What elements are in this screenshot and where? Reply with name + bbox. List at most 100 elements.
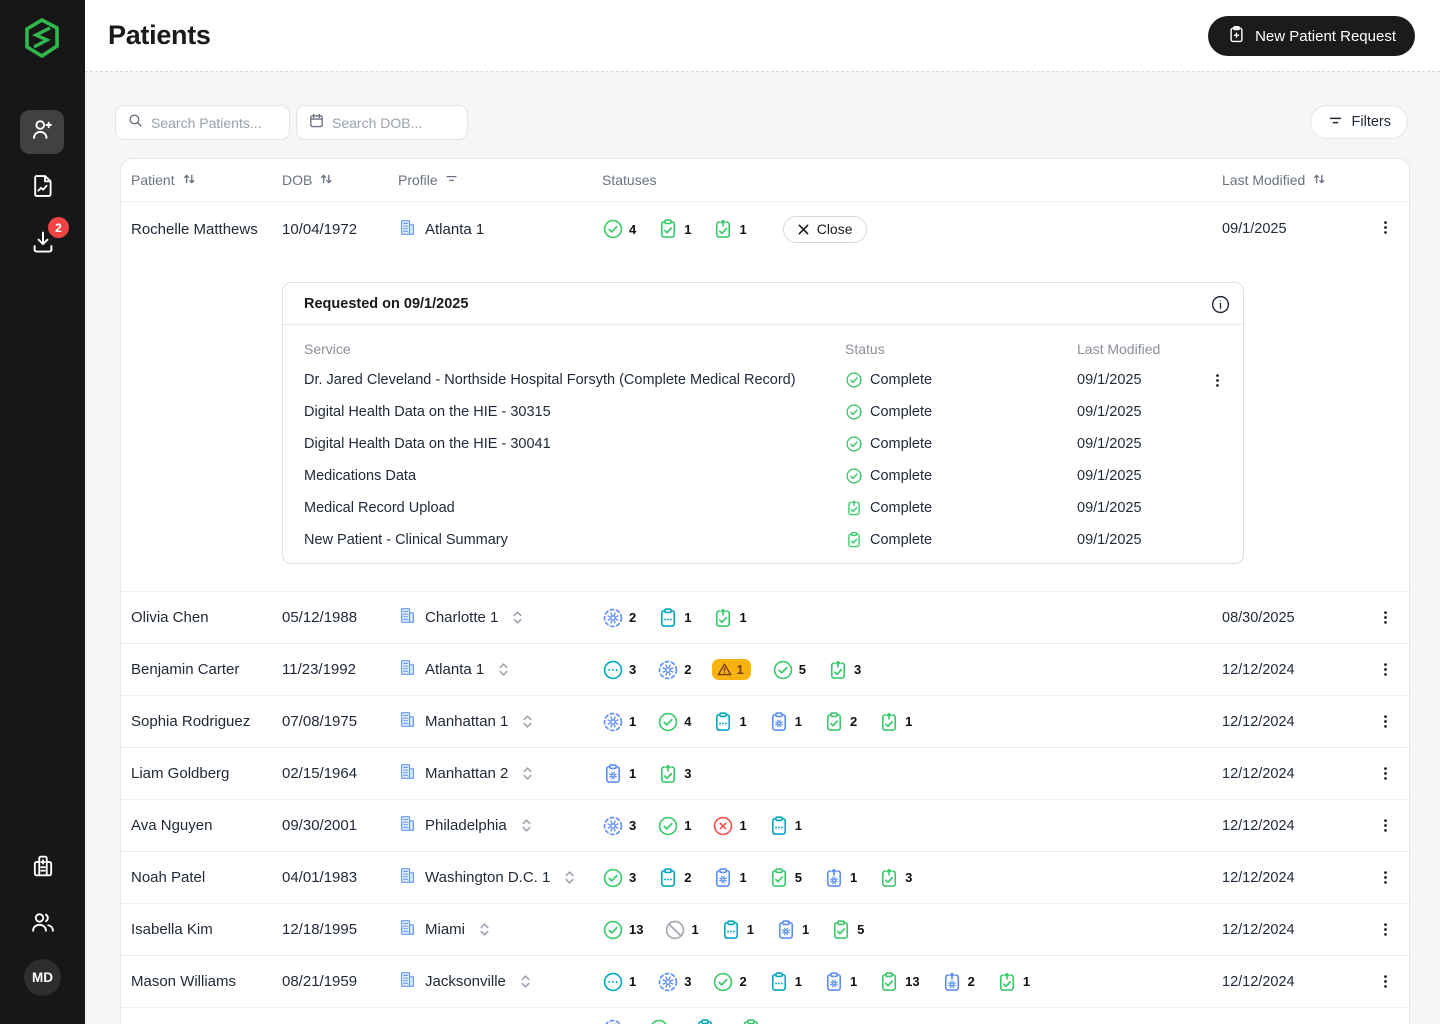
row-menu-button[interactable] bbox=[1371, 916, 1399, 944]
status-clipboard-dots: 1 bbox=[712, 711, 746, 733]
search-dob-input[interactable] bbox=[332, 115, 456, 131]
table-row-expanded[interactable]: Rochelle Matthews 10/04/1972 Atlanta 1 4… bbox=[121, 201, 1409, 256]
toolbar: Filters bbox=[115, 105, 1410, 139]
last-modified-date: 12/12/2024 bbox=[1222, 714, 1371, 730]
table-row[interactable]: Benjamin Carter 11/23/1992 Atlanta 1 321… bbox=[121, 643, 1409, 695]
status-circle-dots: 1 bbox=[602, 971, 636, 993]
sort-icon bbox=[181, 171, 197, 190]
sort-icon bbox=[318, 171, 334, 190]
profile-selector-icon[interactable] bbox=[496, 661, 511, 678]
table-row[interactable]: Mason Williams 08/21/1959 Jacksonville 1… bbox=[121, 955, 1409, 1007]
row-menu-button[interactable] bbox=[1371, 864, 1399, 892]
user-avatar[interactable]: MD bbox=[24, 959, 61, 996]
kebab-icon bbox=[1377, 219, 1394, 240]
service-name: Digital Health Data on the HIE - 30315 bbox=[304, 404, 845, 420]
table-row-partial[interactable] bbox=[121, 1007, 1409, 1024]
service-last-modified: 09/1/2025 bbox=[1077, 436, 1203, 452]
profile-selector-icon[interactable] bbox=[477, 921, 492, 938]
row-menu-button[interactable] bbox=[1371, 812, 1399, 840]
patient-name: Noah Patel bbox=[131, 869, 282, 886]
status-clipboard-up: 1 bbox=[878, 711, 912, 733]
building-icon bbox=[398, 710, 417, 733]
patient-dob: 02/15/1964 bbox=[282, 765, 398, 782]
profile-selector-icon[interactable] bbox=[510, 609, 525, 626]
row-menu-button[interactable] bbox=[1371, 760, 1399, 788]
request-panel: Requested on 09/1/2025 Service Status La… bbox=[282, 282, 1244, 564]
patient-name: Sophia Rodriguez bbox=[131, 713, 282, 730]
row-menu-button[interactable] bbox=[1371, 968, 1399, 996]
sidebar-item-downloads[interactable] bbox=[0, 228, 85, 261]
table-row[interactable]: Olivia Chen 05/12/1988 Charlotte 1 211 0… bbox=[121, 591, 1409, 643]
status-clipboard-dots bbox=[694, 1018, 716, 1024]
row-menu-button[interactable] bbox=[1371, 656, 1399, 684]
profile-name: Manhattan 1 bbox=[425, 713, 508, 730]
filter-lines-icon bbox=[444, 171, 459, 189]
profile-name: Miami bbox=[425, 921, 465, 938]
status-clipboard-gear: 1 bbox=[823, 971, 857, 993]
table-row[interactable]: Sophia Rodriguez 07/08/1975 Manhattan 1 … bbox=[121, 695, 1409, 747]
status-circle-check: 3 bbox=[602, 867, 636, 889]
last-modified-date: 12/12/2024 bbox=[1222, 974, 1371, 990]
table-row[interactable]: Ava Nguyen 09/30/2001 Philadelphia 3111 … bbox=[121, 799, 1409, 851]
content-area: Filters Patient DOB Profile Statuses Las bbox=[85, 72, 1440, 1024]
column-header-dob[interactable]: DOB bbox=[282, 171, 398, 190]
table-row[interactable]: Isabella Kim 12/18/1995 Miami 131115 12/… bbox=[121, 903, 1409, 955]
sidebar-item-billing[interactable] bbox=[0, 852, 85, 885]
profile-selector-icon[interactable] bbox=[518, 973, 533, 990]
medical-billing-icon bbox=[29, 852, 57, 885]
service-status: Complete bbox=[845, 467, 1077, 485]
service-menu-button[interactable] bbox=[1203, 366, 1231, 394]
search-dob-box[interactable] bbox=[296, 105, 468, 140]
building-icon bbox=[398, 658, 417, 681]
profile-selector-icon[interactable] bbox=[520, 765, 535, 782]
service-last-modified: 09/1/2025 bbox=[1077, 404, 1203, 420]
service-last-modified: 09/1/2025 bbox=[1077, 500, 1203, 516]
patient-name: Isabella Kim bbox=[131, 921, 282, 938]
building-icon bbox=[398, 218, 417, 241]
sidebar-item-reports[interactable] bbox=[0, 172, 85, 205]
status-clipboard-gear: 1 bbox=[768, 711, 802, 733]
last-modified-date: 12/12/2024 bbox=[1222, 818, 1371, 834]
column-header-patient[interactable]: Patient bbox=[131, 171, 282, 190]
status-clipboard-check: 5 bbox=[768, 867, 802, 889]
new-patient-request-button[interactable]: New Patient Request bbox=[1208, 16, 1415, 56]
row-menu-button[interactable] bbox=[1371, 215, 1399, 243]
info-icon[interactable] bbox=[1209, 293, 1231, 315]
building-icon bbox=[398, 762, 417, 785]
service-last-modified: 09/1/2025 bbox=[1077, 532, 1203, 548]
sidebar: 2 MD bbox=[0, 0, 85, 1024]
patient-dob: 07/08/1975 bbox=[282, 713, 398, 730]
panel-columns: Service Status Last Modified bbox=[283, 325, 1243, 364]
patient-dob: 10/04/1972 bbox=[282, 221, 398, 238]
status-clipboard-up: 1 bbox=[996, 971, 1030, 993]
status-circle-check: 2 bbox=[712, 971, 746, 993]
service-status: Complete bbox=[845, 403, 1077, 421]
profile-selector-icon[interactable] bbox=[519, 817, 534, 834]
last-modified-date: 12/12/2024 bbox=[1222, 766, 1371, 782]
table-row[interactable]: Liam Goldberg 02/15/1964 Manhattan 2 13 … bbox=[121, 747, 1409, 799]
last-modified-date: 09/1/2025 bbox=[1222, 221, 1371, 237]
service-status: Complete bbox=[845, 371, 1077, 389]
sidebar-item-team[interactable] bbox=[0, 908, 85, 941]
building-icon bbox=[398, 814, 417, 837]
table-row[interactable]: Noah Patel 04/01/1983 Washington D.C. 1 … bbox=[121, 851, 1409, 903]
status-circle-check bbox=[648, 1018, 670, 1024]
service-name: Digital Health Data on the HIE - 30041 bbox=[304, 436, 845, 452]
profile-selector-icon[interactable] bbox=[562, 869, 577, 886]
search-patients-input[interactable] bbox=[151, 115, 278, 131]
app-logo-icon[interactable] bbox=[19, 15, 65, 61]
sidebar-item-patients[interactable] bbox=[20, 110, 64, 154]
status-circle-check: 4 bbox=[602, 218, 636, 240]
row-menu-button[interactable] bbox=[1371, 604, 1399, 632]
column-header-last-modified[interactable]: Last Modified bbox=[1222, 171, 1371, 190]
service-status: Complete bbox=[845, 499, 1077, 517]
status-circle-check: 1 bbox=[657, 815, 691, 837]
profile-selector-icon[interactable] bbox=[520, 713, 535, 730]
search-patients-box[interactable] bbox=[115, 105, 290, 140]
patient-dob: 05/12/1988 bbox=[282, 609, 398, 626]
filters-button[interactable]: Filters bbox=[1310, 105, 1408, 139]
status-circle-slash: 1 bbox=[664, 919, 698, 941]
column-header-profile[interactable]: Profile bbox=[398, 171, 602, 189]
row-menu-button[interactable] bbox=[1371, 708, 1399, 736]
close-expansion-button[interactable]: Close bbox=[783, 216, 867, 243]
